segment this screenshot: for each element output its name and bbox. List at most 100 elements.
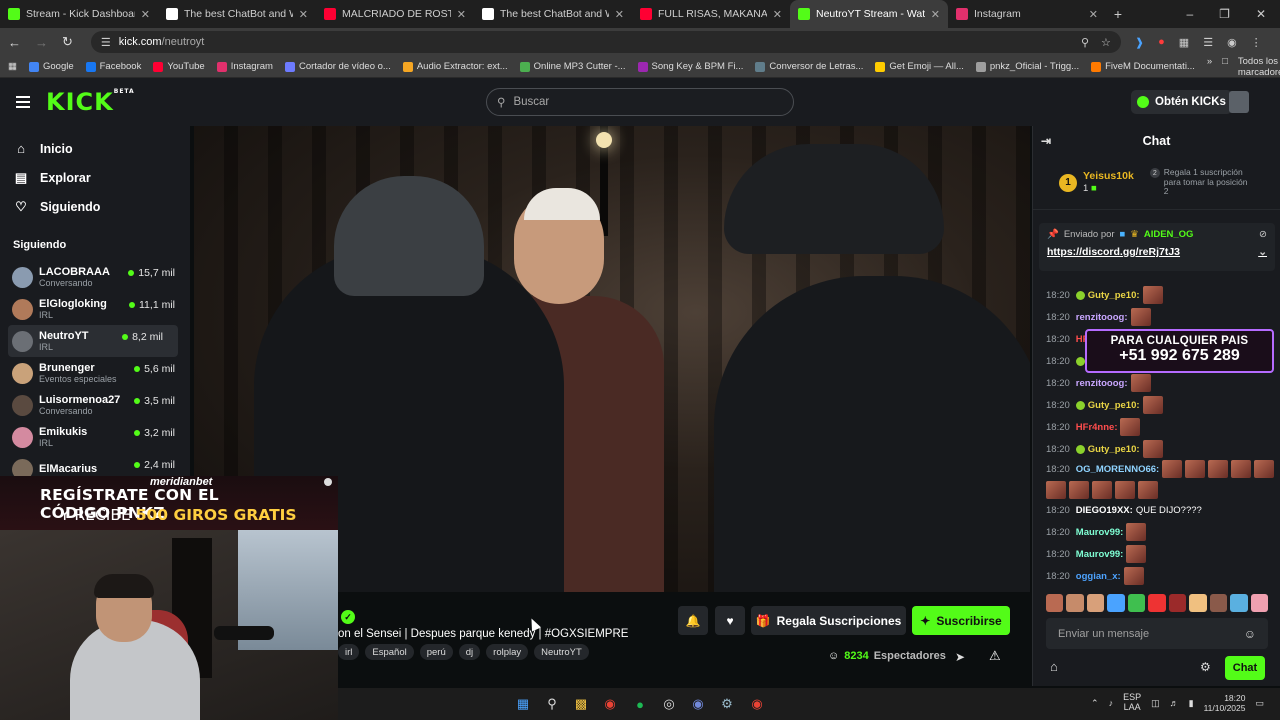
gift-subs-button[interactable]: 🎁 Regala Suscripciones <box>751 606 906 635</box>
close-tab-icon[interactable]: ✕ <box>773 8 782 21</box>
stream-tag[interactable]: NeutroYT <box>534 644 589 660</box>
chat-username[interactable]: Guty_pe10: <box>1088 444 1140 455</box>
followed-channel[interactable]: ElGlogloking IRL 11,1 mil <box>0 293 190 325</box>
bookmark-item[interactable]: FiveM Documentati... <box>1091 61 1195 72</box>
chat-username[interactable]: renzitooog: <box>1076 378 1128 389</box>
chat-message-input[interactable]: Enviar un mensaje ☺ <box>1046 618 1268 649</box>
emoji-picker-icon[interactable]: ☺ <box>1244 627 1256 641</box>
followed-channel[interactable]: NeutroYT IRL 8,2 mil <box>8 325 178 357</box>
browser-tab[interactable]: The best ChatBot and Widgets ✕ <box>474 0 632 28</box>
quick-emote-icon[interactable] <box>1209 594 1228 612</box>
close-tab-icon[interactable]: ✕ <box>457 8 466 21</box>
chat-username[interactable]: OG_MORENNO66: <box>1076 464 1159 475</box>
menu-hamburger-icon[interactable] <box>16 96 30 108</box>
reload-icon[interactable]: ↻ <box>62 34 73 50</box>
quick-emote-icon[interactable] <box>1127 594 1146 612</box>
apps-grid-icon[interactable]: ▦ <box>8 61 17 72</box>
chrome-profile-icon[interactable]: ◉ <box>747 694 767 714</box>
followed-channel[interactable]: Brunenger Eventos especiales 5,6 mil <box>0 357 190 389</box>
bookmark-item[interactable]: Google <box>28 61 74 72</box>
followed-channel[interactable]: Emikukis IRL 3,2 mil <box>0 421 190 453</box>
language-indicator[interactable]: ESP LAA <box>1123 692 1141 713</box>
stream-tag[interactable]: perú <box>419 644 453 660</box>
file-explorer-icon[interactable]: ▩ <box>571 694 591 714</box>
browser-tab[interactable]: MALCRIADO DE ROSTRO ft. PN ✕ <box>316 0 474 28</box>
chat-username[interactable]: HFr4nne: <box>1076 422 1118 433</box>
chat-username[interactable]: Guty_pe10: <box>1088 290 1140 301</box>
mic-icon[interactable]: ♪ <box>1109 698 1114 708</box>
user-avatar[interactable] <box>1229 91 1249 113</box>
chat-username[interactable]: Maurov99: <box>1076 549 1124 560</box>
bookmark-item[interactable]: Audio Extractor: ext... <box>402 61 508 72</box>
network-icon[interactable]: ◫ <box>1151 698 1160 709</box>
bookmark-item[interactable]: Song Key & BPM Fi... <box>637 61 743 72</box>
chat-username[interactable]: oggian_x: <box>1076 571 1121 582</box>
chat-username[interactable]: Guty_pe10: <box>1088 400 1140 411</box>
close-tab-icon[interactable]: ✕ <box>299 8 308 21</box>
stream-tag[interactable]: irl <box>338 644 360 660</box>
puzzle-icon[interactable]: ▦ <box>1179 36 1189 49</box>
chat-username[interactable]: Maurov99: <box>1076 527 1124 538</box>
stream-tag[interactable]: Español <box>365 644 414 660</box>
more-bookmarks-icon[interactable]: » <box>1207 56 1212 78</box>
quick-emote-icon[interactable] <box>1066 594 1084 612</box>
close-tab-icon[interactable]: ✕ <box>931 8 940 21</box>
pinned-link[interactable]: https://discord.gg/reRj7tJ3 <box>1047 246 1180 258</box>
media-icon[interactable]: ☰ <box>1203 36 1213 49</box>
sidebar-item-siguiendo[interactable]: ♡ Siguiendo <box>0 192 190 221</box>
bookmark-item[interactable]: Facebook <box>85 61 141 72</box>
quick-emote-icon[interactable] <box>1148 594 1166 612</box>
browser-tab[interactable]: The best ChatBot and Widgets ✕ <box>158 0 316 28</box>
new-tab-icon[interactable]: + <box>1106 6 1130 22</box>
clock[interactable]: 18:20 11/10/2025 <box>1204 693 1246 713</box>
close-tab-icon[interactable]: ✕ <box>1089 8 1098 21</box>
report-warning-icon[interactable]: ⚠ <box>989 648 1001 664</box>
notification-bell-button[interactable]: 🔔 <box>678 606 708 635</box>
spotify-icon[interactable]: ● <box>630 694 650 714</box>
send-chat-button[interactable]: Chat <box>1225 656 1265 680</box>
profile-avatar-icon[interactable]: ◉ <box>1227 36 1237 49</box>
bookmark-star-icon[interactable]: ☆ <box>1101 36 1111 49</box>
bookmark-item[interactable]: Cortador de vídeo o... <box>284 61 391 72</box>
followed-channel[interactable]: LACOBRAAA Conversando 15,7 mil <box>0 261 190 293</box>
bookmark-item[interactable]: pnkz_Oficial - Trigg... <box>975 61 1079 72</box>
quick-emote-icon[interactable] <box>1168 594 1187 612</box>
chat-settings-icon[interactable]: ⚙ <box>1200 660 1211 674</box>
bookmark-item[interactable]: Conversor de Letras... <box>755 61 863 72</box>
quick-emote-icon[interactable] <box>1107 594 1125 612</box>
bookmark-item[interactable]: YouTube <box>153 61 205 72</box>
collapse-chat-icon[interactable]: ⇥ <box>1041 134 1051 148</box>
get-kicks-button[interactable]: Obtén KICKs <box>1131 90 1232 114</box>
volume-icon[interactable]: ♬ <box>1170 698 1179 708</box>
quick-emote-icon[interactable] <box>1230 594 1248 612</box>
chrome-icon[interactable]: ◉ <box>600 694 620 714</box>
close-window-icon[interactable]: ✕ <box>1256 7 1266 21</box>
forward-icon[interactable]: → <box>35 35 48 50</box>
search-input[interactable]: ⚲ Buscar <box>486 88 794 116</box>
address-bar[interactable]: ☰ kick.com/neutroyt ⚲ ☆ <box>90 31 1121 53</box>
extension-icon[interactable]: ❱ <box>1135 36 1144 49</box>
obs-icon[interactable]: ◎ <box>659 694 679 714</box>
stream-tag[interactable]: dj <box>458 644 481 660</box>
leader-name[interactable]: Yeisus10k <box>1083 170 1134 184</box>
bookmark-item[interactable]: Instagram <box>216 61 273 72</box>
chat-username[interactable]: DIEGO19XX: <box>1076 505 1133 516</box>
pinned-user[interactable]: AIDEN_OG <box>1144 229 1194 240</box>
all-bookmarks[interactable]: » □ Todos los marcadores <box>1207 56 1280 78</box>
follow-heart-button[interactable]: ♥ <box>715 606 745 635</box>
site-info-icon[interactable]: ☰ <box>101 36 111 49</box>
expand-pin-icon[interactable]: ⌄ <box>1258 246 1267 258</box>
start-icon[interactable]: ▦ <box>513 694 533 714</box>
minimize-icon[interactable]: – <box>1186 7 1193 21</box>
close-tab-icon[interactable]: ✕ <box>615 8 624 21</box>
share-icon[interactable]: ➤ <box>955 650 965 664</box>
search-taskbar-icon[interactable]: ⚲ <box>542 694 562 714</box>
battery-icon[interactable]: ▮ <box>1189 698 1194 709</box>
close-overlay-icon[interactable] <box>324 478 332 486</box>
subscribe-button[interactable]: ✦ Suscribirse <box>912 606 1010 635</box>
zoom-icon[interactable]: ⚲ <box>1081 36 1089 49</box>
browser-tab[interactable]: FULL RISAS, MAKANAKY Y ✕ <box>632 0 790 28</box>
browser-tab[interactable]: Instagram ✕ <box>948 0 1106 28</box>
quick-emote-icon[interactable] <box>1250 594 1268 612</box>
followed-channel[interactable]: Luisormenoa27 Conversando 3,5 mil <box>0 389 190 421</box>
